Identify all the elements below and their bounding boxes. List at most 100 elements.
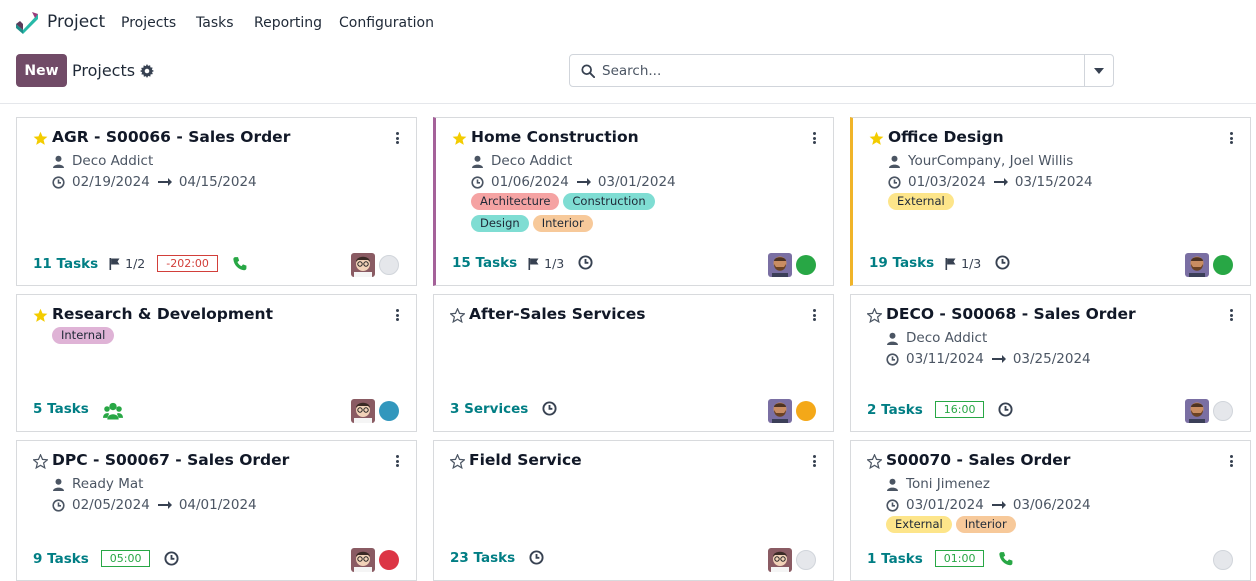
activity-button[interactable] <box>995 255 1011 271</box>
person-icon <box>887 478 898 491</box>
tag-badge: Architecture <box>471 193 560 210</box>
flag-icon <box>945 257 956 270</box>
activity-button[interactable] <box>578 255 594 271</box>
user-avatar[interactable] <box>1185 253 1209 277</box>
user-avatar[interactable] <box>1185 399 1209 423</box>
favorite-star-icon[interactable] <box>33 131 48 146</box>
task-count-link[interactable]: 9 Tasks <box>33 551 89 567</box>
status-indicator[interactable] <box>1213 550 1233 570</box>
milestone-value: 1/3 <box>961 255 982 271</box>
customer-name: Deco Addict <box>72 153 154 169</box>
project-card[interactable]: Field Service 23 Tasks <box>433 440 834 581</box>
menu-projects[interactable]: Projects <box>121 15 176 31</box>
favorite-star-icon[interactable] <box>452 131 467 146</box>
activity-button[interactable] <box>232 256 248 272</box>
activity-button[interactable] <box>998 401 1014 418</box>
favorite-star-outline-icon[interactable] <box>33 454 48 469</box>
task-count-link[interactable]: 1 Tasks <box>867 551 923 567</box>
search-input[interactable] <box>602 60 1082 82</box>
task-count-link[interactable]: 15 Tasks <box>452 255 517 271</box>
status-indicator[interactable] <box>796 550 816 570</box>
card-menu-icon[interactable] <box>807 307 821 323</box>
user-avatar[interactable] <box>351 253 375 277</box>
activity-button[interactable] <box>529 550 545 566</box>
menu-tasks[interactable]: Tasks <box>196 15 234 31</box>
task-count-link[interactable]: 5 Tasks <box>33 401 89 417</box>
task-count-link[interactable]: 11 Tasks <box>33 256 98 272</box>
project-card[interactable]: S00070 - Sales Order Toni Jimenez 03/01/20… <box>850 440 1251 581</box>
gear-icon[interactable] <box>140 64 154 78</box>
app-name[interactable]: Project <box>47 12 105 32</box>
task-count-link[interactable]: 19 Tasks <box>869 255 934 271</box>
card-menu-icon[interactable] <box>807 130 821 146</box>
project-dates: 02/19/2024 04/15/2024 <box>52 174 257 190</box>
project-customer: Deco Addict <box>471 153 572 169</box>
favorite-star-icon[interactable] <box>869 131 884 146</box>
status-indicator[interactable] <box>379 255 399 275</box>
card-menu-icon[interactable] <box>390 453 404 469</box>
user-avatar[interactable] <box>351 548 375 572</box>
project-dates: 03/11/2024 03/25/2024 <box>886 351 1091 367</box>
clock-icon <box>995 255 1010 270</box>
menu-reporting[interactable]: Reporting <box>254 15 322 31</box>
new-button[interactable]: New <box>16 54 67 87</box>
card-footer: 2 Tasks 16:00 <box>867 401 1014 418</box>
arrow-right-icon <box>993 178 1008 186</box>
user-avatar[interactable] <box>768 399 792 423</box>
task-count-link[interactable]: 23 Tasks <box>450 550 515 566</box>
project-title: S00070 - Sales Order <box>886 451 1071 469</box>
favorite-star-outline-icon[interactable] <box>450 454 465 469</box>
tag-badge: External <box>886 516 952 533</box>
status-indicator[interactable] <box>1213 255 1233 275</box>
status-indicator[interactable] <box>796 255 816 275</box>
clock-icon <box>471 175 484 189</box>
clock-icon <box>52 498 65 512</box>
card-menu-icon[interactable] <box>390 307 404 323</box>
project-card[interactable]: Office Design YourCompany, Joel Willis 01/… <box>850 117 1251 286</box>
user-avatar[interactable] <box>351 399 375 423</box>
card-footer: 15 Tasks 1/3 <box>452 255 594 271</box>
card-menu-icon[interactable] <box>1224 130 1238 146</box>
activity-button[interactable] <box>164 550 180 567</box>
date-end: 03/15/2024 <box>1014 174 1093 190</box>
activity-button[interactable] <box>102 401 123 420</box>
user-avatar[interactable] <box>768 548 792 572</box>
status-indicator[interactable] <box>1213 401 1233 421</box>
activity-button[interactable] <box>998 551 1014 567</box>
date-start: 03/01/2024 <box>906 497 984 513</box>
status-indicator[interactable] <box>379 550 399 570</box>
person-icon <box>53 155 64 168</box>
project-card[interactable]: Home Construction Deco Addict 01/06/2024 03… <box>433 117 834 286</box>
favorite-star-outline-icon[interactable] <box>450 308 465 323</box>
card-menu-icon[interactable] <box>1224 453 1238 469</box>
project-title: DPC - S00067 - Sales Order <box>52 451 290 469</box>
task-count-link[interactable]: 3 Services <box>450 401 528 417</box>
project-card[interactable]: Research & Development Internal 5 Tasks <box>16 294 417 432</box>
favorite-star-icon[interactable] <box>33 308 48 323</box>
card-menu-icon[interactable] <box>1224 307 1238 323</box>
status-indicator[interactable] <box>796 401 816 421</box>
status-indicator[interactable] <box>379 401 399 421</box>
activity-button[interactable] <box>542 401 558 417</box>
milestone-value: 1/3 <box>544 255 565 271</box>
project-card[interactable]: DECO - S00068 - Sales Order Deco Addict 03… <box>850 294 1251 432</box>
menu-configuration[interactable]: Configuration <box>339 15 434 31</box>
date-end: 03/25/2024 <box>1012 351 1091 367</box>
users-icon <box>102 402 123 420</box>
card-menu-icon[interactable] <box>807 453 821 469</box>
task-count-link[interactable]: 2 Tasks <box>867 402 923 418</box>
person-icon <box>889 155 900 168</box>
project-card[interactable]: After-Sales Services 3 Services <box>433 294 834 432</box>
user-avatar[interactable] <box>768 253 792 277</box>
project-app-logo-icon[interactable] <box>15 12 39 34</box>
flag-icon <box>528 257 539 270</box>
project-card[interactable]: DPC - S00067 - Sales Order Ready Mat 02/05… <box>16 440 417 581</box>
clock-icon <box>529 550 544 565</box>
card-menu-icon[interactable] <box>390 130 404 146</box>
search-options-toggle[interactable] <box>1084 55 1113 86</box>
project-card[interactable]: AGR - S00066 - Sales Order Deco Addict 02/… <box>16 117 417 286</box>
favorite-star-outline-icon[interactable] <box>867 308 882 323</box>
milestone-value: 1/2 <box>125 256 146 271</box>
favorite-star-outline-icon[interactable] <box>867 454 882 469</box>
milestone-progress: 1/3 <box>944 256 981 271</box>
